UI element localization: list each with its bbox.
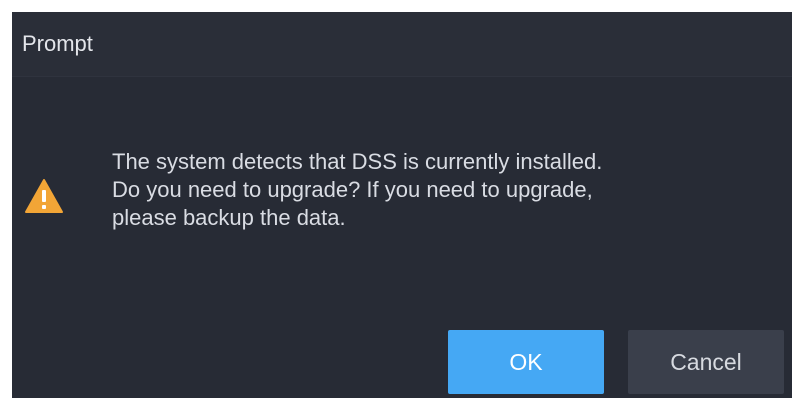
dialog-message: The system detects that DSS is currently… xyxy=(112,148,772,232)
message-line: The system detects that DSS is currently… xyxy=(112,149,603,174)
dialog-title: Prompt xyxy=(22,31,93,56)
message-line: Do you need to upgrade? If you need to u… xyxy=(112,177,593,202)
warning-icon xyxy=(24,178,64,214)
prompt-dialog: Prompt The system detects that DSS is cu… xyxy=(12,12,792,398)
message-line: please backup the data. xyxy=(112,205,346,230)
cancel-button[interactable]: Cancel xyxy=(628,330,784,394)
dialog-titlebar[interactable]: Prompt xyxy=(12,12,792,77)
ok-button[interactable]: OK xyxy=(448,330,604,394)
